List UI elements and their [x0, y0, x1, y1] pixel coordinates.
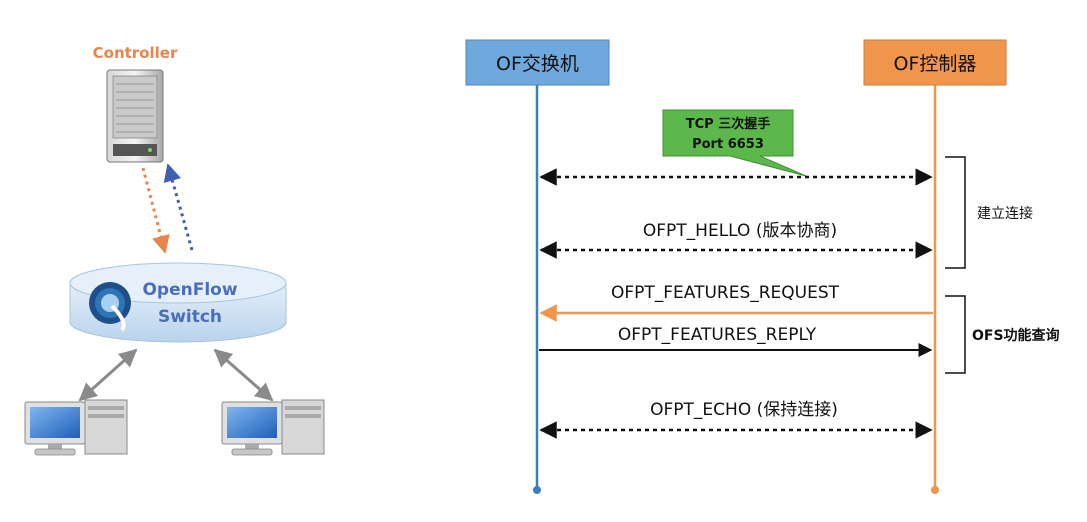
controller-actor: OF控制器 — [863, 39, 1007, 86]
switch-actor-label: OF交换机 — [496, 53, 579, 75]
switch-label-line2: Switch — [158, 307, 222, 327]
controller-to-switch-arrow — [141, 167, 170, 254]
openflow-switch: OpenFlow Switch — [69, 262, 287, 343]
callout-line1: TCP 三次握手 — [686, 116, 770, 132]
switch-lifeline-end — [533, 486, 541, 494]
topology-panel: Controller OpenFlow Switch — [24, 44, 325, 456]
echo-label: OFPT_ECHO (保持连接) — [650, 400, 838, 420]
tcp-callout: TCP 三次握手 Port 6653 — [662, 109, 807, 177]
server-icon — [106, 69, 164, 163]
features-request-label: OFPT_FEATURES_REQUEST — [611, 283, 840, 303]
callout-line2: Port 6653 — [692, 137, 764, 152]
switch-host2-link — [213, 348, 274, 402]
connect-phase-label: 建立连接 — [977, 205, 1033, 222]
hello-label: OFPT_HELLO (版本协商) — [643, 221, 837, 241]
features-reply-label: OFPT_FEATURES_REPLY — [618, 325, 817, 345]
switch-to-controller-arrow — [163, 163, 194, 251]
feature-query-phase-label: OFS功能查询 — [972, 327, 1060, 344]
controller-lifeline-end — [931, 486, 939, 494]
computer-icon — [221, 399, 325, 456]
connect-phase-bracket — [945, 156, 966, 269]
computer-icon — [24, 399, 128, 456]
switch-actor: OF交换机 — [465, 39, 610, 86]
feature-query-phase-bracket — [945, 295, 966, 374]
switch-label-line1: OpenFlow — [142, 280, 237, 300]
sequence-panel: OF交换机 OF控制器 TCP 三次握手 Port 6653 OFPT_HELL… — [465, 39, 1060, 494]
switch-host1-link — [78, 348, 138, 402]
controller-actor-label: OF控制器 — [894, 53, 977, 75]
controller-label: Controller — [93, 44, 178, 62]
openflow-diagram: Controller OpenFlow Switch OF交换机 OF控制器 T… — [24, 39, 1060, 494]
